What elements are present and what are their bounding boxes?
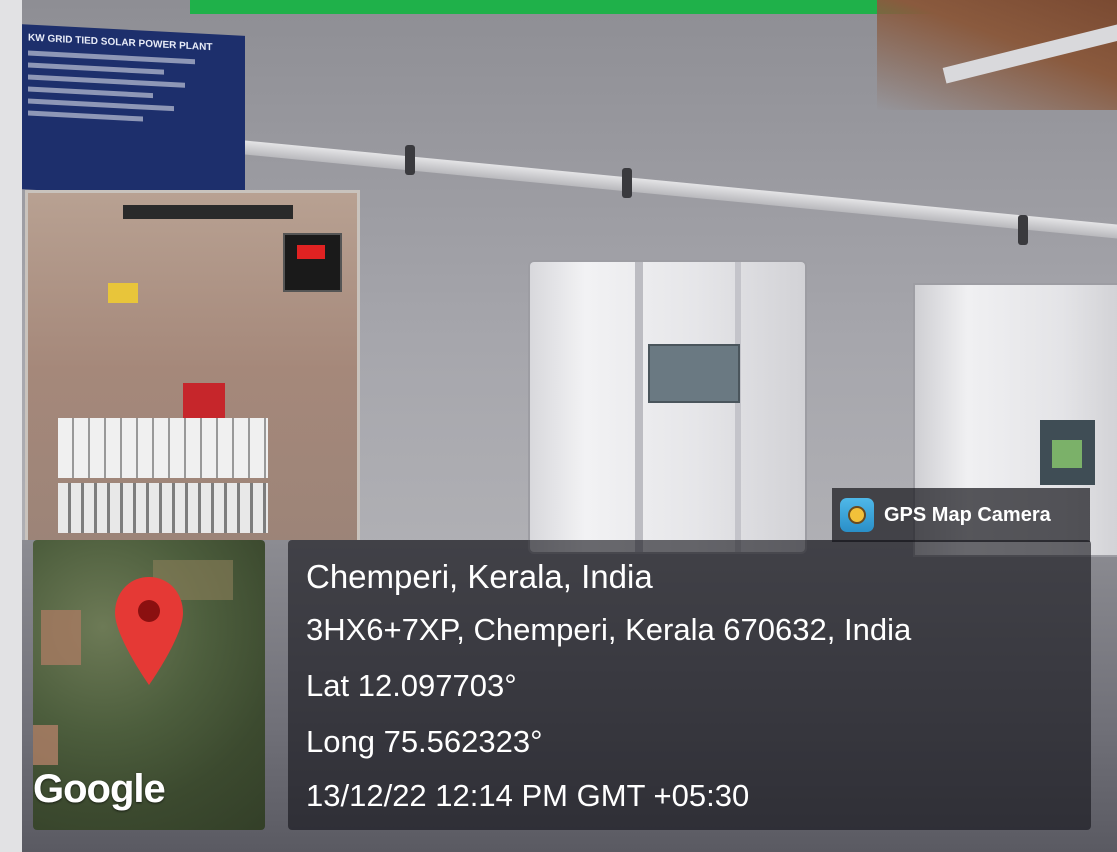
place-name: Chemperi, Kerala, India [306,558,653,595]
pipe-clamp [405,145,415,175]
longitude: Long 75.562323° [306,724,543,759]
location-info-box: Chemperi, Kerala, India 3HX6+7XP, Chempe… [288,540,1091,830]
map-thumbnail: Google [33,540,265,830]
warning-sticker [108,283,138,303]
gps-map-camera-icon [840,498,874,532]
pipe-clamp [1018,215,1028,245]
breaker-row [58,483,268,533]
breaker-row [58,418,268,478]
solar-plant-sign: KW GRID TIED SOLAR POWER PLANT [20,24,245,201]
gps-map-camera-badge: GPS Map Camera [832,488,1090,542]
red-switch [183,383,225,423]
full-address: 3HX6+7XP, Chemperi, Kerala 670632, India [306,612,912,647]
badge-label: GPS Map Camera [884,503,1051,526]
location-pin-icon [115,577,183,685]
wall-conduit-pipe [238,140,1117,241]
datetime: 13/12/22 12:14 PM GMT +05:30 [306,778,750,813]
latitude: Lat 12.097703° [306,668,517,703]
google-logo: Google [33,767,166,811]
panel-meter [283,233,342,292]
left-wall-edge [0,0,22,852]
inverter-display [648,344,740,403]
pipe-clamp [622,168,632,198]
inverter-display [1040,420,1095,485]
solar-inverter [530,262,805,552]
electrical-distribution-panel [25,190,360,550]
